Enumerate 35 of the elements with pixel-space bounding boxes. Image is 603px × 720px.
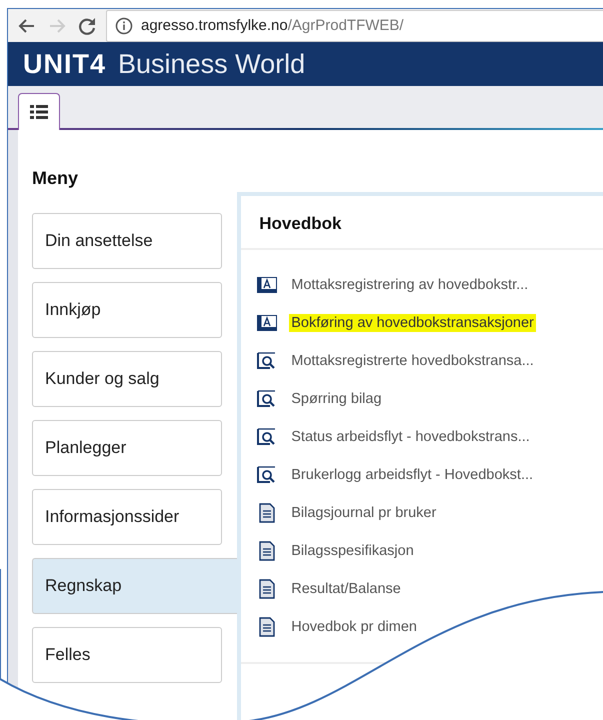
panel-title: Hovedbok — [241, 196, 603, 250]
search-icon — [257, 352, 278, 370]
document-icon — [259, 503, 276, 523]
search-icon — [257, 428, 278, 446]
menu-link[interactable]: Bokføring av hovedbokstransaksjoner — [289, 314, 536, 332]
logo: UNIT4 — [23, 48, 106, 80]
menu-link[interactable]: Mottaksregistrerte hovedbokstransa... — [289, 352, 536, 370]
menu-link[interactable]: Brukerlogg arbeidsflyt - Hovedbokst... — [289, 466, 536, 484]
menu-button[interactable]: Innkjøp — [32, 282, 222, 338]
menu-button[interactable]: Planlegger — [32, 420, 222, 476]
menu-title: Meny — [32, 168, 80, 189]
form-icon — [257, 315, 278, 331]
document-icon — [259, 617, 276, 637]
menu-link[interactable]: Bilagsspesifikasjon — [289, 542, 416, 560]
document-icon — [259, 541, 276, 561]
menu-link[interactable]: Mottaksregistrering av hovedbokstr... — [289, 276, 530, 294]
search-icon — [257, 390, 278, 408]
list-icon — [30, 104, 48, 120]
form-icon — [257, 277, 278, 293]
info-icon[interactable] — [115, 16, 133, 34]
menu-button[interactable]: Regnskap — [32, 558, 237, 614]
menu-button[interactable]: Kunder og salg — [32, 351, 222, 407]
menu-tab[interactable] — [18, 93, 60, 130]
menu-button[interactable]: Informasjonssider — [32, 489, 222, 545]
menu-button[interactable]: Din ansettelse — [32, 213, 222, 269]
address-field[interactable]: agresso.tromsfylke.no/AgrProdTFWEB/ — [106, 10, 603, 42]
app-title: Business World — [118, 48, 306, 80]
menu-link[interactable]: Bilagsjournal pr bruker — [289, 504, 438, 522]
search-icon — [257, 466, 278, 484]
menu-link[interactable]: Resultat/Balanse — [289, 580, 403, 598]
menu-button[interactable]: Felles — [32, 627, 222, 683]
menu-link[interactable]: Status arbeidsflyt - hovedbokstrans... — [289, 428, 532, 446]
menu-link[interactable]: Spørring bilag — [289, 390, 384, 408]
menu-link[interactable]: Hovedbok pr dimen — [289, 618, 419, 636]
document-icon — [259, 579, 276, 599]
